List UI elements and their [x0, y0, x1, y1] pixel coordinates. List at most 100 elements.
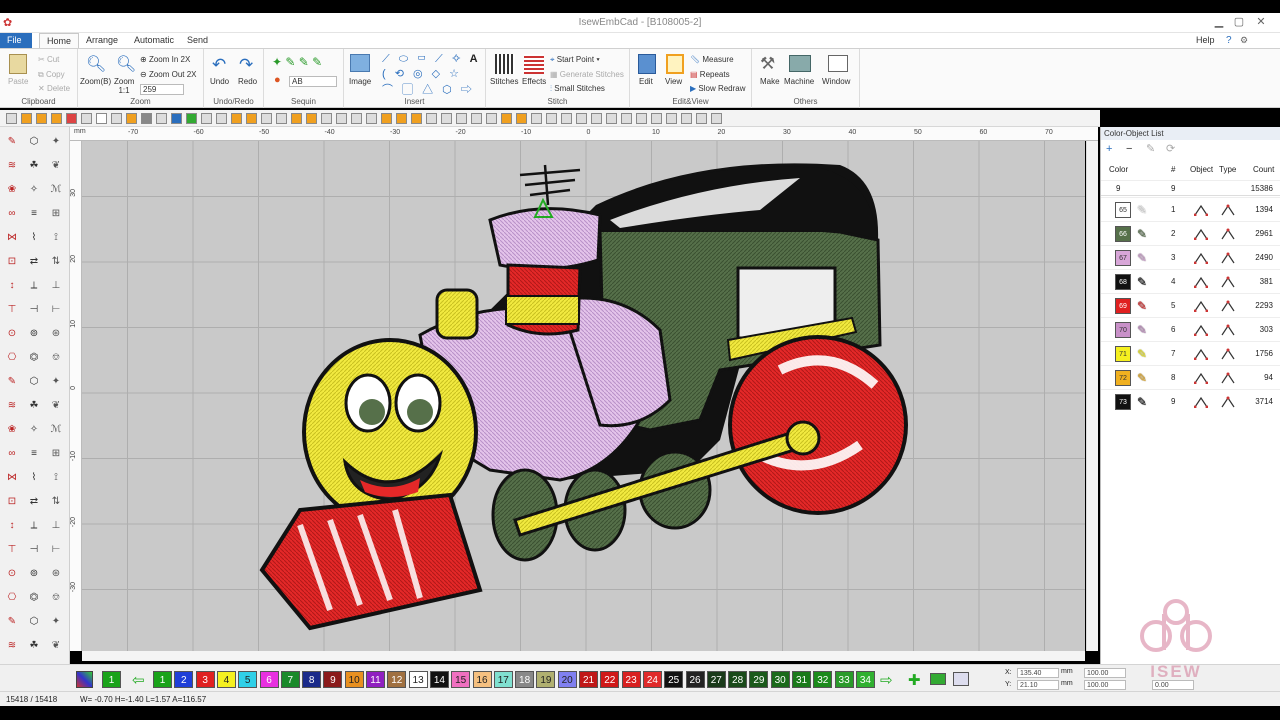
toolbar-tool-icon[interactable]: [396, 113, 407, 124]
toolbar-tool-icon[interactable]: [426, 113, 437, 124]
row-object-icon[interactable]: [1193, 276, 1209, 289]
toolbox-tool-icon[interactable]: ❦: [49, 399, 63, 413]
redo-icon[interactable]: ↷: [239, 55, 253, 75]
help-menu[interactable]: Help: [1189, 33, 1222, 48]
toolbox-tool-icon[interactable]: ⊢: [49, 303, 63, 317]
view-button[interactable]: View: [665, 77, 682, 86]
toolbar-tool-icon[interactable]: [651, 113, 662, 124]
color-object-row[interactable]: 67 ✎ 3 2490: [1101, 245, 1280, 269]
row-object-icon[interactable]: [1193, 300, 1209, 313]
image-icon[interactable]: [350, 54, 370, 72]
toolbox-tool-icon[interactable]: ⊚: [27, 567, 41, 581]
toolbar-tool-icon[interactable]: [501, 113, 512, 124]
color-object-row[interactable]: 65 ✎ 1 1394: [1101, 197, 1280, 221]
toolbox-tool-icon[interactable]: ⊞: [49, 207, 63, 221]
toolbar-tool-icon[interactable]: [696, 113, 707, 124]
zoom-b-button[interactable]: Zoom(B): [80, 77, 111, 86]
palette-color-26[interactable]: 26: [685, 671, 705, 688]
tab-home[interactable]: Home: [39, 33, 80, 48]
undo-icon[interactable]: ↶: [212, 55, 226, 75]
zoom-out-button[interactable]: ⊖ Zoom Out 2X: [140, 70, 197, 79]
toolbar-tool-icon[interactable]: [666, 113, 677, 124]
minimize-button[interactable]: ▁: [1212, 16, 1226, 29]
row-color-swatch[interactable]: 69: [1115, 298, 1131, 314]
palette-color-3[interactable]: 3: [195, 671, 215, 688]
tab-file[interactable]: File: [0, 33, 32, 48]
paste-button[interactable]: Paste: [8, 77, 28, 86]
toolbar-tool-icon[interactable]: [456, 113, 467, 124]
toolbar-tool-icon[interactable]: [36, 113, 47, 124]
row-type-icon[interactable]: [1221, 324, 1235, 336]
toolbar-tool-icon[interactable]: [486, 113, 497, 124]
toolbar-tool-icon[interactable]: [471, 113, 482, 124]
toolbar-tool-icon[interactable]: [411, 113, 422, 124]
height-field[interactable]: 100.00: [1084, 680, 1126, 690]
maximize-button[interactable]: ▢: [1232, 16, 1246, 29]
zoom-in-button[interactable]: ⊕ Zoom In 2X: [140, 55, 190, 64]
x-field[interactable]: 135.40: [1017, 668, 1059, 678]
palette-color-23[interactable]: 23: [621, 671, 641, 688]
make-button[interactable]: Make: [760, 77, 780, 86]
toolbox-tool-icon[interactable]: ⊥: [49, 279, 63, 293]
measure-button[interactable]: 📏︎ Measure: [690, 55, 734, 64]
palette-color-6[interactable]: 6: [259, 671, 279, 688]
toolbox-tool-icon[interactable]: ⊤: [5, 303, 19, 317]
palette-color-29[interactable]: 29: [749, 671, 769, 688]
row-object-icon[interactable]: [1193, 396, 1209, 409]
toolbox-tool-icon[interactable]: ≡: [27, 207, 41, 221]
toolbox-tool-icon[interactable]: ⬡: [27, 375, 41, 389]
palette-color-21[interactable]: 21: [579, 671, 598, 688]
toolbox-tool-icon[interactable]: ❀: [5, 423, 19, 437]
toolbar-tool-icon[interactable]: [636, 113, 647, 124]
toolbar-tool-icon[interactable]: [231, 113, 242, 124]
palette-color-9[interactable]: 9: [323, 671, 343, 688]
toolbox-tool-icon[interactable]: ⌇: [27, 471, 41, 485]
toolbox-tool-icon[interactable]: ⊣: [27, 543, 41, 557]
toolbox-tool-icon[interactable]: ⊡: [5, 255, 19, 269]
palette-color-32[interactable]: 32: [813, 671, 833, 688]
toolbox-tool-icon[interactable]: ✦: [49, 615, 63, 629]
toolbox-tool-icon[interactable]: ⬡: [27, 135, 41, 149]
machine-button[interactable]: Machine: [784, 77, 814, 86]
toolbox-tool-icon[interactable]: ∞: [5, 447, 19, 461]
palette-color-13[interactable]: 13: [408, 671, 428, 688]
toolbox-tool-icon[interactable]: ⋈: [5, 471, 19, 485]
effects-icon[interactable]: [524, 54, 544, 74]
row-object-icon[interactable]: [1193, 204, 1209, 217]
add-icon[interactable]: +: [1106, 144, 1116, 155]
current-color-swatch[interactable]: 1: [102, 671, 121, 688]
palette-color-33[interactable]: 33: [834, 671, 854, 688]
palette-color-20[interactable]: 20: [557, 671, 577, 688]
toolbar-tool-icon[interactable]: [306, 113, 317, 124]
add-color-icon[interactable]: ✚: [908, 671, 921, 689]
edit-icon[interactable]: [638, 54, 656, 74]
toolbar-tool-icon[interactable]: [51, 113, 62, 124]
toolbar-tool-icon[interactable]: [336, 113, 347, 124]
toolbox-tool-icon[interactable]: ❀: [5, 183, 19, 197]
palette-color-7[interactable]: 7: [280, 671, 300, 688]
toolbox-tool-icon[interactable]: ❦: [49, 159, 63, 173]
toolbar-tool-icon[interactable]: [621, 113, 632, 124]
prev-color-icon[interactable]: ⇦: [132, 671, 145, 689]
palette-color-1[interactable]: 1: [153, 671, 172, 688]
toolbar-tool-icon[interactable]: [681, 113, 692, 124]
effects-button[interactable]: Effects: [522, 77, 546, 86]
toolbar-tool-icon[interactable]: [366, 113, 377, 124]
slow-redraw-button[interactable]: ▶ Slow Redraw: [690, 84, 746, 93]
toolbar-tool-icon[interactable]: [246, 113, 257, 124]
toolbar-tool-icon[interactable]: [261, 113, 272, 124]
toolbox-tool-icon[interactable]: ⏣: [27, 351, 41, 365]
width-field[interactable]: 100.00: [1084, 668, 1126, 678]
copy-button[interactable]: ⧉ Copy: [38, 70, 65, 80]
toolbox-tool-icon[interactable]: ⬡: [27, 615, 41, 629]
toolbar-tool-icon[interactable]: [531, 113, 542, 124]
palette-color-14[interactable]: 14: [429, 671, 449, 688]
toolbox-tool-icon[interactable]: ☘: [27, 399, 41, 413]
color-object-row[interactable]: 71 ✎ 7 1756: [1101, 341, 1280, 365]
repeats-button[interactable]: ▤ Repeats: [690, 70, 730, 79]
toolbox-tool-icon[interactable]: ⎊: [49, 591, 63, 605]
toolbox-tool-icon[interactable]: ☘: [27, 639, 41, 653]
row-color-swatch[interactable]: 70: [1115, 322, 1131, 338]
vertical-scrollbar[interactable]: [1086, 141, 1098, 651]
toolbar-tool-icon[interactable]: [21, 113, 32, 124]
